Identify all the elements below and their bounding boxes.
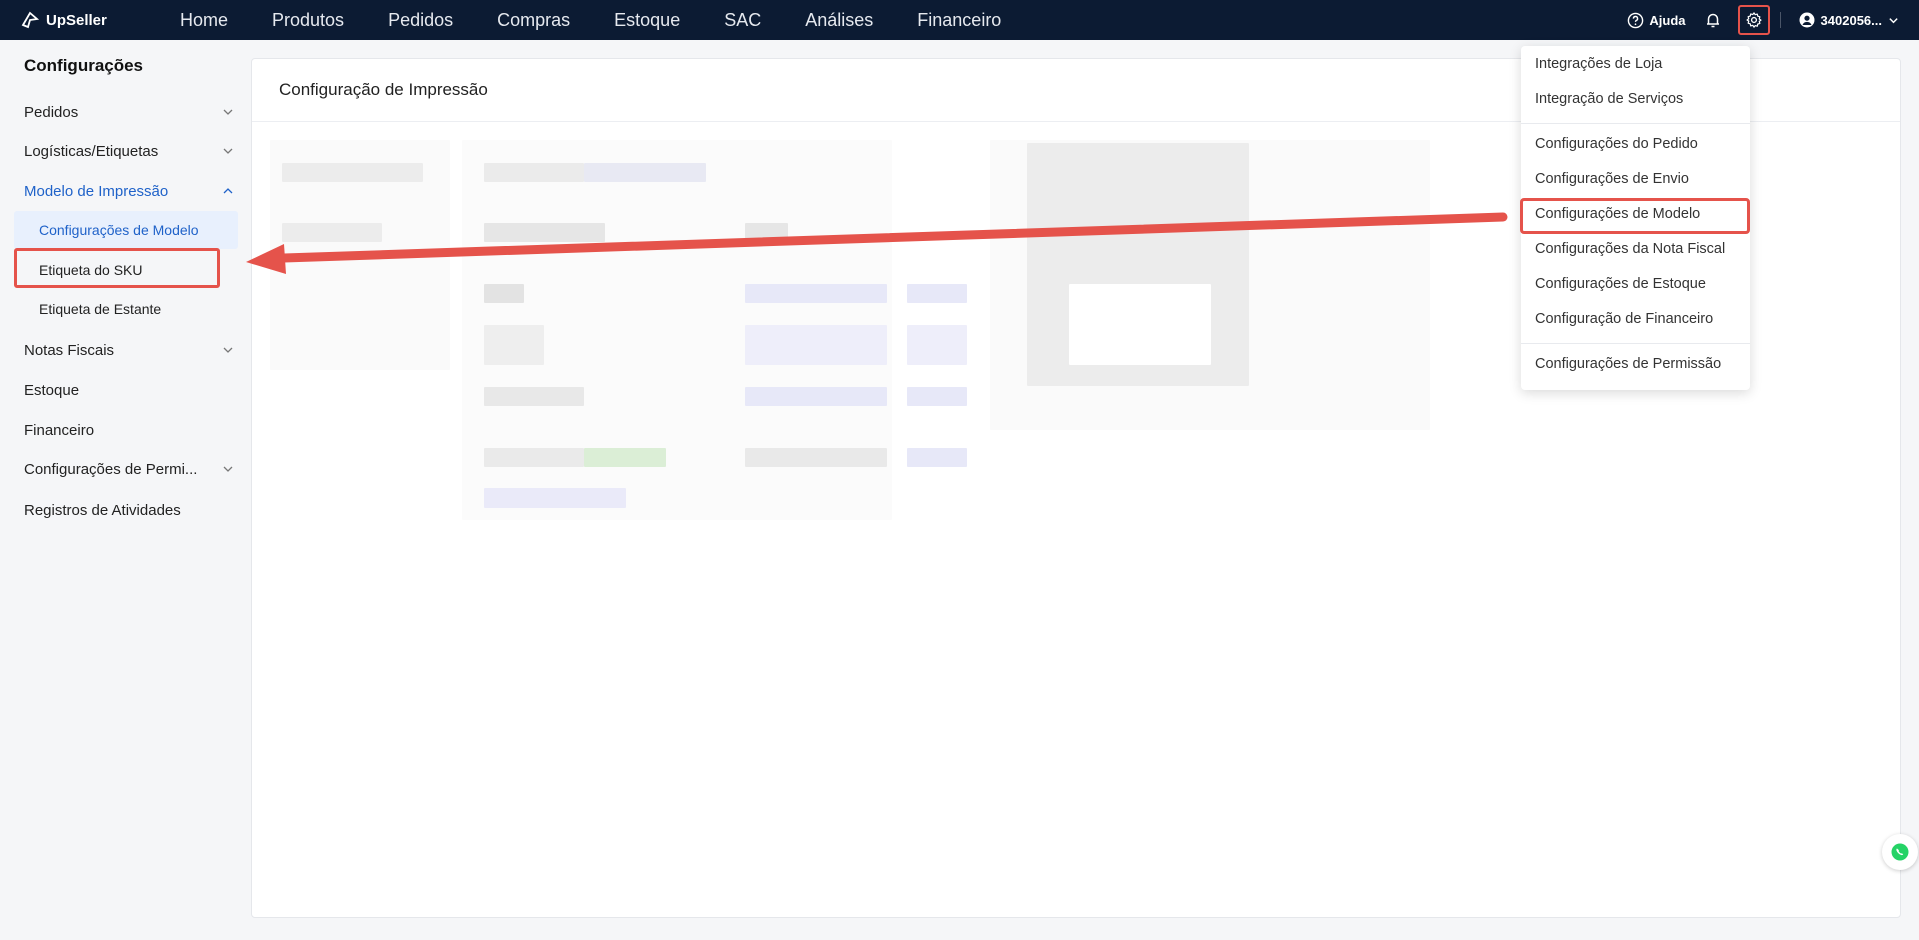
menu-divider	[1521, 343, 1750, 344]
sidebar-item-financeiro[interactable]: Financeiro	[24, 418, 234, 442]
sidebar-subitem-etiqueta-estante[interactable]: Etiqueta de Estante	[14, 290, 238, 328]
nav-pedidos[interactable]: Pedidos	[366, 0, 475, 40]
sidebar-title: Configurações	[24, 56, 144, 75]
chevron-down-icon	[223, 347, 233, 353]
brand-name: UpSeller	[46, 11, 107, 29]
nav-estoque[interactable]: Estoque	[592, 0, 702, 40]
help-link[interactable]: Ajuda	[1627, 12, 1686, 29]
top-right-tools: Ajuda 3402056...	[1627, 0, 1919, 40]
menu-item-config-pedido[interactable]: Configurações do Pedido	[1521, 126, 1750, 161]
help-label: Ajuda	[1649, 12, 1686, 28]
menu-item-integracao-servicos[interactable]: Integração de Serviços	[1521, 81, 1750, 116]
nav-produtos[interactable]: Produtos	[250, 0, 366, 40]
annotation-highlight-box	[1520, 198, 1750, 234]
chevron-down-icon	[223, 466, 233, 472]
sidebar-item-label: Estoque	[24, 381, 80, 399]
help-icon	[1628, 12, 1644, 28]
sidebar-item-label: Financeiro	[24, 421, 95, 439]
upseller-logo[interactable]: UpSeller	[20, 10, 150, 30]
user-menu[interactable]: 3402056...	[1799, 12, 1899, 28]
nav-home[interactable]: Home	[158, 0, 250, 40]
upseller-logo-icon	[21, 11, 40, 29]
main-nav: Home Produtos Pedidos Compras Estoque SA…	[158, 0, 1023, 40]
menu-item-integracoes-loja[interactable]: Integrações de Loja	[1521, 46, 1750, 81]
whatsapp-chat-button[interactable]	[1882, 834, 1918, 870]
gear-icon	[1745, 12, 1762, 28]
sidebar-item-label: Etiqueta de Estante	[39, 301, 162, 317]
sidebar-item-label: Logísticas/Etiquetas	[24, 142, 159, 160]
sidebar-subitem-configuracoes-modelo[interactable]: Configurações de Modelo	[14, 211, 238, 249]
sidebar-item-modelo-impressao[interactable]: Modelo de Impressão	[24, 179, 234, 203]
chevron-down-icon	[223, 148, 233, 154]
menu-divider	[1521, 123, 1750, 124]
sidebar-item-notas-fiscais[interactable]: Notas Fiscais	[24, 338, 234, 362]
sidebar-item-label: Configurações de Permi...	[24, 460, 198, 478]
menu-item-config-financeiro[interactable]: Configuração de Financeiro	[1521, 301, 1750, 336]
sidebar-item-label: Registros de Atividades	[24, 501, 181, 519]
sidebar-item-estoque[interactable]: Estoque	[24, 378, 234, 402]
nav-financeiro[interactable]: Financeiro	[895, 0, 1023, 40]
settings-button[interactable]	[1737, 5, 1770, 35]
menu-item-config-nota-fiscal[interactable]: Configurações da Nota Fiscal	[1521, 231, 1750, 266]
sidebar-item-label: Modelo de Impressão	[24, 182, 169, 200]
sidebar-item-label: Notas Fiscais	[24, 341, 115, 359]
bell-icon[interactable]	[1704, 11, 1722, 29]
settings-sidebar: Configurações Pedidos Logísticas/Etiquet…	[0, 40, 243, 940]
user-id: 3402056...	[1820, 12, 1882, 28]
user-avatar-icon	[1799, 12, 1815, 28]
toolbar-divider	[1779, 12, 1781, 28]
nav-compras[interactable]: Compras	[475, 0, 592, 40]
sidebar-item-label: Pedidos	[24, 103, 79, 121]
chevron-up-icon	[223, 188, 233, 194]
sidebar-item-permissao[interactable]: Configurações de Permi...	[24, 457, 234, 481]
chevron-down-icon	[223, 109, 233, 115]
menu-item-config-permissao[interactable]: Configurações de Permissão	[1521, 346, 1750, 381]
sidebar-item-label: Configurações de Modelo	[39, 222, 199, 238]
menu-item-config-estoque[interactable]: Configurações de Estoque	[1521, 266, 1750, 301]
nav-analises[interactable]: Análises	[783, 0, 895, 40]
menu-item-config-envio[interactable]: Configurações de Envio	[1521, 161, 1750, 196]
sidebar-item-registros[interactable]: Registros de Atividades	[24, 498, 234, 522]
sidebar-item-pedidos[interactable]: Pedidos	[24, 100, 234, 124]
whatsapp-icon	[1891, 843, 1909, 861]
sidebar-item-logisticas[interactable]: Logísticas/Etiquetas	[24, 139, 234, 163]
annotation-highlight-box	[14, 248, 220, 288]
nav-sac[interactable]: SAC	[702, 0, 783, 40]
chevron-down-icon	[1889, 17, 1898, 23]
top-navigation-bar: UpSeller Home Produtos Pedidos Compras E…	[0, 0, 1919, 40]
